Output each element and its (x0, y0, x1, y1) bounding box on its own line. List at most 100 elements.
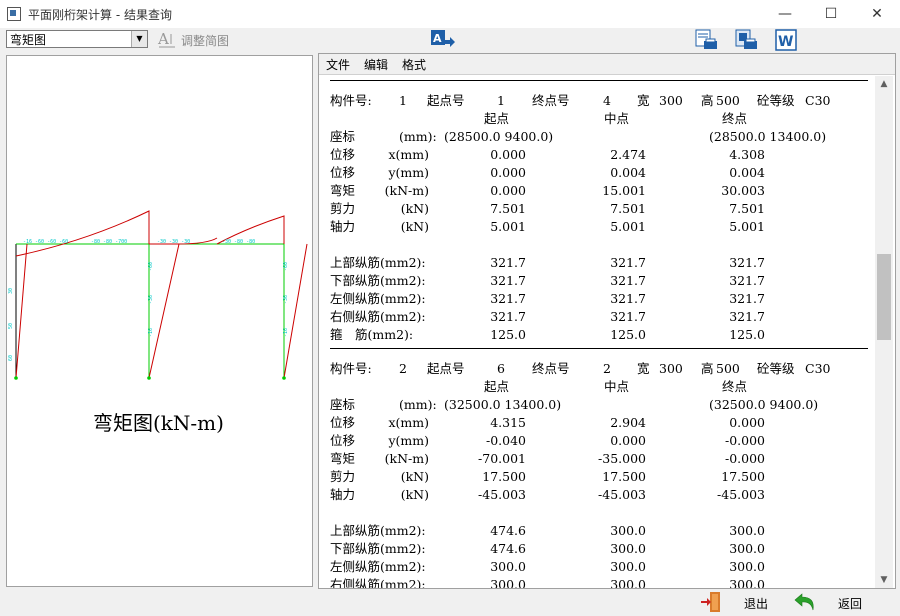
result-end: 0.000 (729, 415, 765, 430)
width-value: 300 (659, 361, 683, 376)
member-header: 构件号: 1 起点号 1 终点号 4 宽 300 高 500 砼等级 C30 (319, 92, 875, 110)
rebar-mid: 300.0 (610, 577, 646, 588)
result-label: 位移 (330, 415, 356, 430)
svg-text:30: 30 (8, 288, 14, 294)
scroll-up-icon[interactable]: ▲ (875, 76, 893, 92)
rebar-mid: 300.0 (610, 559, 646, 574)
diagram-type-value: 弯矩图 (10, 33, 47, 47)
result-label: 弯矩 (330, 451, 356, 466)
result-start: -45.003 (478, 487, 526, 502)
menu-bar: 文件 编辑 格式 (319, 54, 895, 75)
coord-unit: (mm): (399, 129, 437, 144)
mid-header: 中点 (604, 379, 630, 394)
result-end: 17.500 (721, 469, 765, 484)
start-header: 起点 (484, 111, 510, 126)
print-preview-icon[interactable] (694, 28, 720, 52)
result-mid: 7.501 (610, 201, 646, 216)
rebar-end: 321.7 (729, 255, 765, 270)
rebar-start: 474.6 (490, 523, 526, 538)
exit-button[interactable]: 退出 (744, 595, 768, 612)
result-mid: 0.004 (610, 165, 646, 180)
result-end: 5.001 (729, 219, 765, 234)
svg-text:-16 -60 -60 -60: -16 -60 -60 -60 (23, 239, 68, 245)
result-start: 5.001 (490, 219, 526, 234)
result-label: 位移 (330, 165, 356, 180)
close-button[interactable]: ✕ (854, 0, 900, 28)
result-end: 7.501 (729, 201, 765, 216)
result-unit: (kN-m) (384, 451, 429, 466)
rebar-row: 下部纵筋(mm2): 321.7 321.7 321.7 (319, 272, 875, 290)
rebar-label: 左侧纵筋(mm2): (330, 291, 426, 306)
member-label: 构件号: (330, 361, 372, 376)
rebar-row: 左侧纵筋(mm2): 300.0 300.0 300.0 (319, 558, 875, 576)
results-panel: 文件 编辑 格式 构件号: 1 起点号 1 终点号 4 宽 300 高 500 砼等级 C30 起点 中点… (318, 53, 896, 589)
end-node-label: 终点号 (532, 93, 570, 108)
result-label: 轴力 (330, 219, 356, 234)
result-row: 剪力 (kN) 7.501 7.501 7.501 (319, 200, 875, 218)
rebar-end: 321.7 (729, 273, 765, 288)
member-id: 2 (399, 361, 407, 376)
svg-text:-16: -16 (283, 328, 289, 337)
result-start: 4.315 (490, 415, 526, 430)
member-id: 1 (399, 93, 407, 108)
back-icon[interactable] (793, 591, 819, 613)
rebar-start: 321.7 (490, 291, 526, 306)
title-bar: 平面刚桁架计算 - 结果查询 — ☐ ✕ (0, 0, 900, 28)
adjust-diagram-button[interactable]: 调整简图 (181, 32, 229, 49)
rebar-start: 300.0 (490, 559, 526, 574)
result-row: 位移 x(mm) 0.000 2.474 4.308 (319, 146, 875, 164)
exit-icon[interactable] (700, 591, 724, 613)
svg-text:-30 -80 -80: -30 -80 -80 (222, 239, 255, 245)
column-headers: 起点 中点 终点 (319, 110, 875, 128)
print-icon[interactable] (734, 28, 760, 52)
start-node-value: 1 (497, 93, 505, 108)
result-start: 7.501 (490, 201, 526, 216)
result-end: 4.308 (729, 147, 765, 162)
minimize-button[interactable]: — (762, 0, 808, 28)
result-unit: y(mm) (388, 165, 429, 180)
end-node-value: 2 (603, 361, 611, 376)
coord-row: 座标 (mm): (32500.0 13400.0) (32500.0 9400.0) (319, 396, 875, 414)
result-unit: (kN-m) (384, 183, 429, 198)
maximize-button[interactable]: ☐ (808, 0, 854, 28)
diagram-type-select[interactable]: 弯矩图 ▼ (6, 30, 148, 48)
menu-format[interactable]: 格式 (402, 56, 426, 73)
svg-text:-80 -80 -700: -80 -80 -700 (91, 239, 127, 245)
rebar-start: 125.0 (490, 327, 526, 342)
results-text[interactable]: 构件号: 1 起点号 1 终点号 4 宽 300 高 500 砼等级 C30 起点 中点 终点 座标 (mm):… (319, 76, 875, 588)
scroll-thumb[interactable] (877, 254, 891, 340)
coord-start: (32500.0 13400.0) (444, 397, 562, 412)
result-start: -0.040 (485, 433, 526, 448)
rebar-end: 300.0 (729, 523, 765, 538)
result-mid: 15.001 (602, 183, 646, 198)
rebar-start: 474.6 (490, 541, 526, 556)
coord-end: (28500.0 13400.0) (709, 129, 827, 144)
font-format-icon[interactable]: A (430, 28, 456, 52)
svg-text:60: 60 (8, 355, 14, 361)
coord-unit: (mm): (399, 397, 437, 412)
rebar-end: 300.0 (729, 559, 765, 574)
scroll-down-icon[interactable]: ▼ (875, 572, 893, 588)
vertical-scrollbar[interactable]: ▲ ▼ (875, 76, 893, 588)
svg-text:-30 -30 -30: -30 -30 -30 (157, 239, 190, 245)
result-row: 位移 x(mm) 4.315 2.904 0.000 (319, 414, 875, 432)
svg-text:-36: -36 (148, 295, 154, 304)
result-end: -0.000 (724, 451, 765, 466)
menu-file[interactable]: 文件 (326, 56, 350, 73)
back-button[interactable]: 返回 (838, 595, 862, 612)
result-row: 弯矩 (kN-m) -70.001 -35.000 -0.000 (319, 450, 875, 468)
menu-edit[interactable]: 编辑 (364, 56, 388, 73)
rebar-end: 321.7 (729, 291, 765, 306)
result-unit: (kN) (400, 219, 429, 234)
result-unit: (kN) (400, 469, 429, 484)
rebar-label: 下部纵筋(mm2): (330, 541, 426, 556)
chevron-down-icon[interactable]: ▼ (131, 31, 147, 47)
app-icon (7, 7, 21, 21)
word-export-icon[interactable]: W (774, 28, 800, 52)
rebar-row: 箍 筋(mm2): 125.0 125.0 125.0 (319, 326, 875, 344)
start-node-label: 起点号 (427, 361, 465, 376)
svg-text:A: A (433, 32, 442, 45)
rebar-row: 右侧纵筋(mm2): 321.7 321.7 321.7 (319, 308, 875, 326)
rebar-label: 上部纵筋(mm2): (330, 523, 426, 538)
result-row: 剪力 (kN) 17.500 17.500 17.500 (319, 468, 875, 486)
